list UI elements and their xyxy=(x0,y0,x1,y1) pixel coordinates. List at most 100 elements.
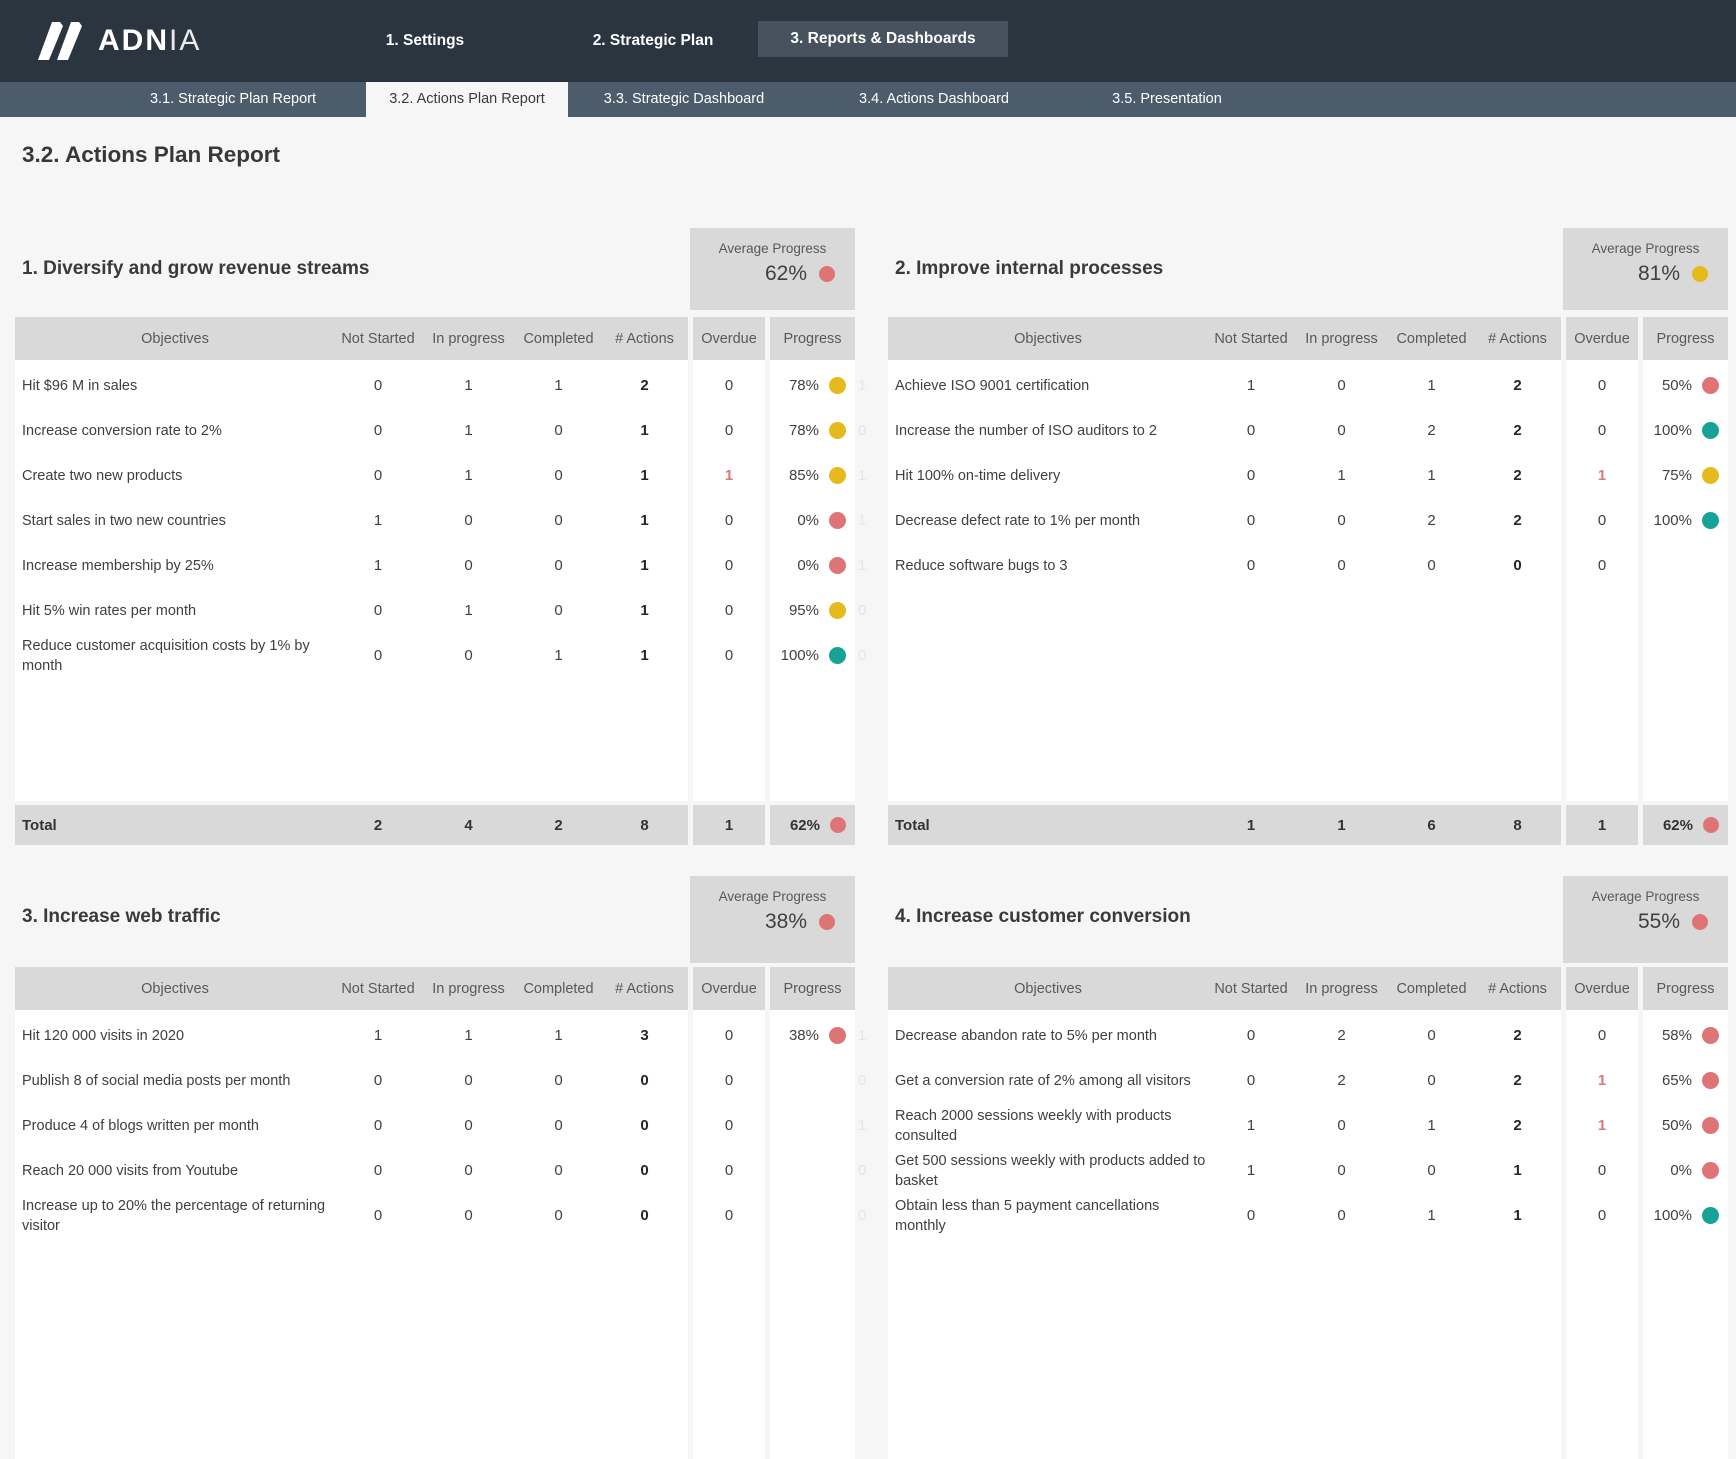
in-progress-cell: 1 xyxy=(421,1027,516,1044)
overdue-cell: 0 xyxy=(693,557,765,574)
progress-value: 85% xyxy=(789,467,819,484)
helper-digit xyxy=(1731,1058,1736,1103)
objective-cell: Reduce software bugs to 3 xyxy=(888,556,1208,576)
column-header-not-started: Not Started xyxy=(1208,981,1294,997)
status-dot-red xyxy=(1702,1027,1719,1044)
table-row: Increase the number of ISO auditors to 2… xyxy=(888,408,1728,453)
helper-digit: 0 xyxy=(858,1058,882,1103)
total-label: Total xyxy=(15,817,335,834)
overdue-cell: 0 xyxy=(693,1072,765,1089)
actions-count-cell: 2 xyxy=(1474,422,1561,439)
status-dot-red xyxy=(829,557,846,574)
progress-cell: 100% xyxy=(1643,422,1728,439)
helper-digit: 0 xyxy=(858,408,882,453)
progress-value: 58% xyxy=(1662,1027,1692,1044)
column-header-not-started: Not Started xyxy=(335,331,421,347)
sub-nav-tab-3-1-strategic-plan-report[interactable]: 3.1. Strategic Plan Report xyxy=(100,82,366,117)
completed-cell: 0 xyxy=(516,1207,601,1224)
objective-cell: Obtain less than 5 payment cancellations… xyxy=(888,1196,1208,1236)
average-progress-value-row: 38% xyxy=(690,910,855,934)
completed-cell: 1 xyxy=(1389,1207,1474,1224)
total-progress: 62% xyxy=(770,805,855,845)
progress-value: 78% xyxy=(789,377,819,394)
sub-nav-tab-3-2-actions-plan-report[interactable]: 3.2. Actions Plan Report xyxy=(366,82,568,117)
in-progress-cell: 1 xyxy=(421,422,516,439)
progress-cell: 0% xyxy=(770,512,855,529)
not-started-cell: 0 xyxy=(335,467,421,484)
total-progress-value: 62% xyxy=(1663,817,1693,834)
total-row-main: Total2428 xyxy=(15,805,688,845)
objective-cell: Reach 20 000 visits from Youtube xyxy=(15,1161,335,1181)
table-row: Reach 2000 sessions weekly with products… xyxy=(888,1103,1728,1148)
progress-cell: 100% xyxy=(1643,1207,1728,1224)
overdue-cell: 1 xyxy=(1566,467,1638,484)
sub-nav-bar: 3.1. Strategic Plan Report3.2. Actions P… xyxy=(0,82,1736,117)
overdue-cell: 0 xyxy=(693,1117,765,1134)
completed-cell: 1 xyxy=(516,647,601,664)
in-progress-cell: 0 xyxy=(1294,422,1389,439)
column-header-completed: Completed xyxy=(516,981,601,997)
progress-value: 75% xyxy=(1662,467,1692,484)
not-started-cell: 0 xyxy=(335,647,421,664)
helper-digits: 1011100 xyxy=(858,363,882,678)
average-progress-value: 38% xyxy=(765,910,807,934)
table-header-main: ObjectivesNot StartedIn progressComplete… xyxy=(888,967,1561,1010)
table-row: Reach 20 000 visits from Youtube00000 xyxy=(15,1148,855,1193)
actions-count-cell: 0 xyxy=(601,1072,688,1089)
status-dot-yellow xyxy=(1702,467,1719,484)
section-4: 4. Increase customer conversionAverage P… xyxy=(888,868,1728,1459)
column-header-progress: Progress xyxy=(770,967,855,1010)
sub-nav-tab-3-3-strategic-dashboard[interactable]: 3.3. Strategic Dashboard xyxy=(568,82,800,117)
average-progress-value-row: 81% xyxy=(1563,262,1728,286)
status-dot-red xyxy=(1692,914,1708,930)
completed-cell: 0 xyxy=(516,1117,601,1134)
not-started-cell: 0 xyxy=(335,602,421,619)
status-dot-red xyxy=(1702,377,1719,394)
column-header-progress: Progress xyxy=(1643,967,1728,1010)
progress-value: 50% xyxy=(1662,1117,1692,1134)
progress-cell: 100% xyxy=(1643,512,1728,529)
actions-count-cell: 2 xyxy=(1474,377,1561,394)
overdue-cell: 0 xyxy=(1566,422,1638,439)
total-in-progress: 4 xyxy=(421,817,516,834)
helper-digit xyxy=(1731,498,1736,543)
not-started-cell: 0 xyxy=(1208,1072,1294,1089)
overdue-cell: 0 xyxy=(693,602,765,619)
completed-cell: 0 xyxy=(1389,1162,1474,1179)
nav-tab-1-settings[interactable]: 1. Settings xyxy=(355,0,495,82)
in-progress-cell: 2 xyxy=(1294,1072,1389,1089)
completed-cell: 0 xyxy=(1389,1027,1474,1044)
objective-cell: Increase up to 20% the percentage of ret… xyxy=(15,1196,335,1236)
total-not-started: 1 xyxy=(1208,817,1294,834)
progress-cell: 58% xyxy=(1643,1027,1728,1044)
completed-cell: 0 xyxy=(516,422,601,439)
completed-cell: 1 xyxy=(1389,1117,1474,1134)
total-label: Total xyxy=(888,817,1208,834)
completed-cell: 2 xyxy=(1389,422,1474,439)
column-header-in-progress: In progress xyxy=(1294,331,1389,347)
table-row: Hit $96 M in sales0112078% xyxy=(15,363,855,408)
status-dot-red xyxy=(1702,1117,1719,1134)
average-progress-label: Average Progress xyxy=(1563,889,1728,904)
nav-tab-2-strategic-plan[interactable]: 2. Strategic Plan xyxy=(563,0,743,82)
completed-cell: 1 xyxy=(516,1027,601,1044)
sub-nav-tab-3-4-actions-dashboard[interactable]: 3.4. Actions Dashboard xyxy=(800,82,1068,117)
progress-value: 95% xyxy=(789,602,819,619)
helper-digit xyxy=(1731,408,1736,453)
nav-tab-3-reports-dashboards[interactable]: 3. Reports & Dashboards xyxy=(758,21,1008,57)
table-row: Obtain less than 5 payment cancellations… xyxy=(888,1193,1728,1238)
helper-digit: 1 xyxy=(858,1013,882,1058)
objective-cell: Get a conversion rate of 2% among all vi… xyxy=(888,1071,1208,1091)
objective-cell: Hit 120 000 visits in 2020 xyxy=(15,1026,335,1046)
objective-cell: Hit 100% on-time delivery xyxy=(888,466,1208,486)
sub-nav-tab-3-5-presentation[interactable]: 3.5. Presentation xyxy=(1068,82,1266,117)
column-header-in-progress: In progress xyxy=(421,981,516,997)
section-1: 1. Diversify and grow revenue streamsAve… xyxy=(15,220,855,852)
table-row: Decrease defect rate to 1% per month0022… xyxy=(888,498,1728,543)
helper-digit: 1 xyxy=(858,1103,882,1148)
in-progress-cell: 1 xyxy=(421,467,516,484)
in-progress-cell: 0 xyxy=(1294,512,1389,529)
progress-value: 100% xyxy=(1654,512,1692,529)
table-row: Create two new products0101185% xyxy=(15,453,855,498)
average-progress-value: 62% xyxy=(765,262,807,286)
